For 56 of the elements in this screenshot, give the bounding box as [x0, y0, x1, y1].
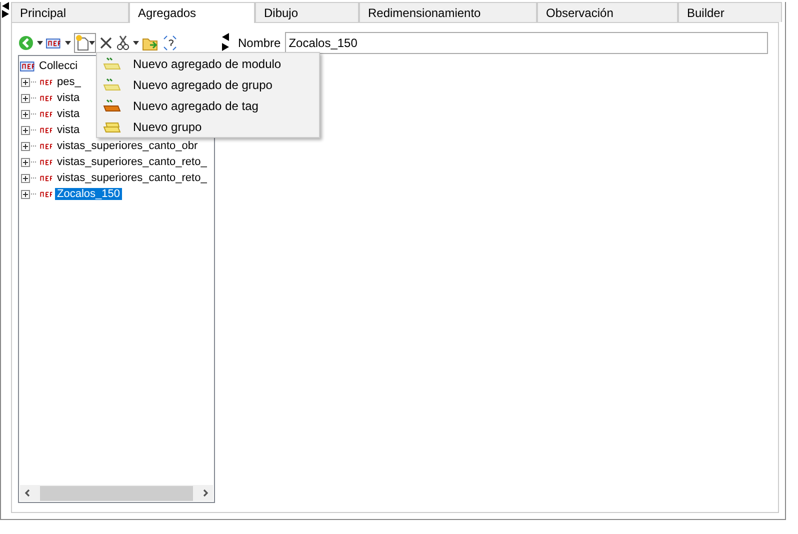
caret-icon[interactable]: [133, 41, 139, 45]
cut-icon[interactable]: [116, 35, 130, 51]
tab[interactable]: Redimensionamiento: [359, 2, 537, 22]
name-label: Nombre: [238, 36, 281, 50]
tree-item[interactable]: vista: [55, 108, 82, 120]
tree-help-icon[interactable]: [162, 34, 179, 52]
tree-connector: [31, 177, 37, 179]
expand-icon[interactable]: [21, 94, 30, 102]
expand-icon[interactable]: [21, 78, 30, 86]
new-dropdown-button[interactable]: [74, 33, 96, 53]
layer-icon: [103, 98, 121, 112]
delete-icon[interactable]: [99, 36, 113, 50]
tree-connector: [31, 81, 37, 83]
expand-icon[interactable]: [21, 190, 30, 198]
tree-connector: [31, 97, 37, 99]
tree-item[interactable]: Zocalos_150: [55, 188, 122, 200]
tab[interactable]: Principal: [11, 2, 129, 22]
tree-item[interactable]: vista: [55, 124, 82, 136]
name-field[interactable]: Zocalos_150: [284, 32, 768, 54]
tree-item[interactable]: Collecci: [37, 60, 80, 72]
expand-icon[interactable]: [21, 142, 30, 150]
ref-icon: [20, 60, 36, 72]
tree-connector: [31, 193, 37, 195]
scroll-arrows-icon[interactable]: [2, 2, 10, 18]
tab[interactable]: Observación: [537, 2, 678, 22]
tab[interactable]: Builder: [678, 2, 782, 22]
expand-icon[interactable]: [21, 126, 30, 134]
horizontal-scrollbar[interactable]: [20, 485, 213, 501]
menu-item[interactable]: Nuevo agregado de modulo: [97, 53, 319, 74]
tree-connector: [31, 161, 37, 163]
tree-item[interactable]: vistas_superiores_canto_obr: [55, 140, 200, 152]
folder-arrow-icon[interactable]: [142, 36, 159, 50]
layer-icon: [103, 56, 121, 70]
tree-item[interactable]: vista: [55, 92, 82, 104]
splitter-arrows-icon[interactable]: [222, 33, 230, 53]
tree-connector: [31, 113, 37, 115]
menu-item[interactable]: Nuevo agregado de grupo: [97, 74, 319, 95]
stack-icon: [103, 120, 121, 134]
tree-connector: [31, 145, 37, 147]
menu-item[interactable]: Nuevo grupo: [97, 116, 319, 137]
menu-item[interactable]: Nuevo agregado de tag: [97, 95, 319, 116]
tree-item[interactable]: vistas_superiores_canto_reto_: [55, 156, 209, 168]
new-document-icon: [75, 35, 89, 51]
tree-item[interactable]: vistas_superiores_canto_reto_: [55, 172, 209, 184]
tree-item[interactable]: pes_: [55, 76, 83, 88]
expand-icon[interactable]: [21, 158, 30, 166]
caret-icon[interactable]: [89, 41, 95, 45]
tab[interactable]: Dibujo: [255, 2, 359, 22]
ref-icon: [46, 38, 62, 48]
expand-icon[interactable]: [21, 110, 30, 118]
caret-icon[interactable]: [65, 41, 71, 45]
layer-icon: [103, 78, 121, 92]
caret-icon[interactable]: [37, 41, 43, 45]
expand-icon[interactable]: [21, 174, 30, 182]
tab[interactable]: Agregados: [129, 2, 255, 23]
tree-connector: [31, 129, 37, 131]
